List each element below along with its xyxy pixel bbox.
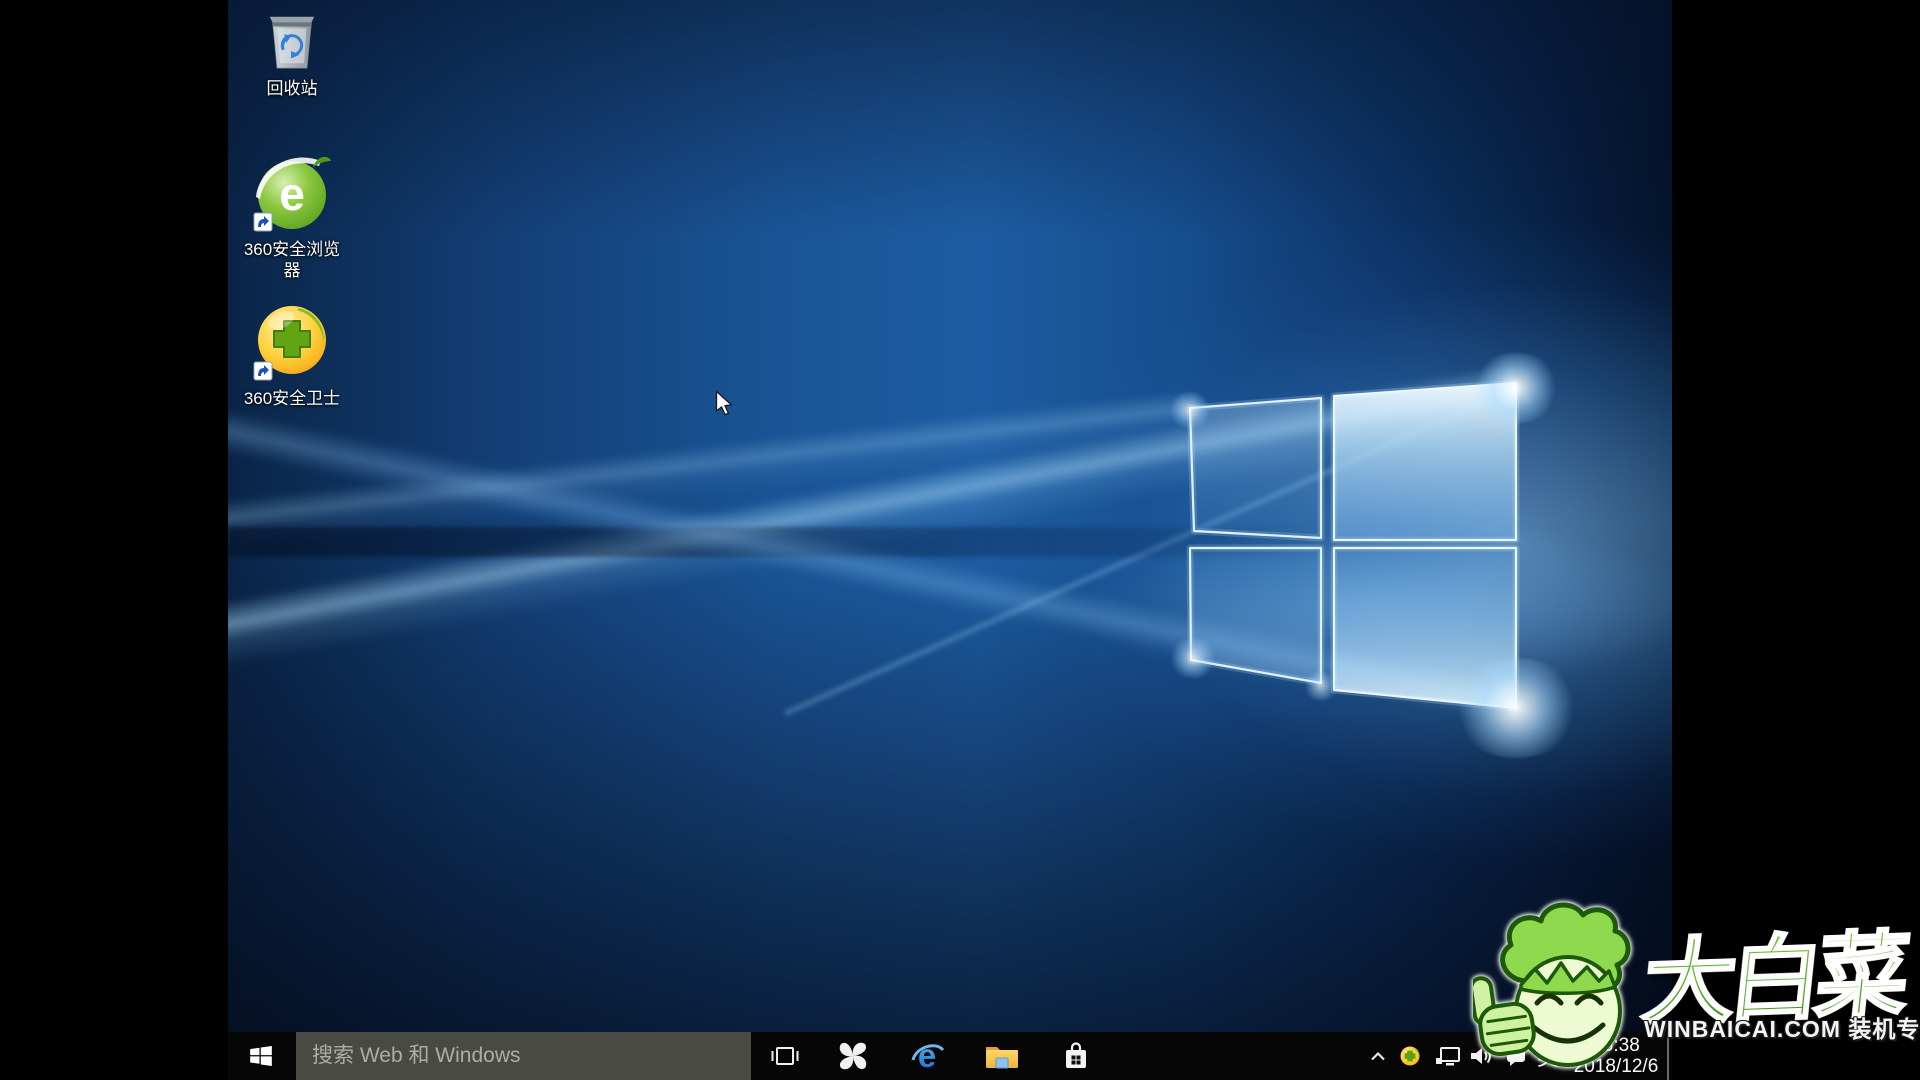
glow-spark bbox=[1471, 353, 1561, 423]
language-indicator[interactable]: 英 bbox=[1534, 1032, 1562, 1080]
mouse-cursor-icon bbox=[715, 390, 735, 423]
volume-tray-button[interactable] bbox=[1468, 1032, 1496, 1080]
icon-label: 360安全浏览 器 bbox=[244, 239, 340, 281]
action-center-button[interactable] bbox=[1502, 1032, 1530, 1080]
tray-360-guard-button[interactable] bbox=[1396, 1032, 1424, 1080]
glow-spark bbox=[1451, 658, 1581, 758]
clock-date: 2018/12/6 bbox=[1564, 1056, 1668, 1077]
internet-explorer-button[interactable]: e bbox=[900, 1032, 956, 1080]
screen: { "desktop": { "icons": { "recycle_bin":… bbox=[0, 0, 1920, 1080]
svg-text:e: e bbox=[279, 168, 305, 220]
desktop-icon-360-guard[interactable]: 360安全卫士 bbox=[228, 300, 356, 409]
glow-spark bbox=[1303, 671, 1339, 701]
icon-label: 360安全卫士 bbox=[244, 388, 340, 409]
desktop-icon-recycle-bin[interactable]: 回收站 bbox=[228, 10, 356, 99]
action-center-icon bbox=[1504, 1045, 1528, 1067]
svg-text:e: e bbox=[918, 1039, 936, 1073]
search-input[interactable] bbox=[296, 1032, 751, 1080]
file-explorer-button[interactable] bbox=[974, 1032, 1030, 1080]
search-box bbox=[296, 1032, 751, 1080]
glow-spark bbox=[1168, 392, 1212, 428]
recycle-bin-icon bbox=[264, 10, 320, 72]
task-view-button[interactable] bbox=[757, 1032, 813, 1080]
windows-logo-wallpaper bbox=[1178, 378, 1523, 713]
desktop-icon-360-browser[interactable]: e 360安全浏览 器 bbox=[228, 153, 356, 281]
taskbar: e bbox=[228, 1032, 1672, 1080]
internet-explorer-icon: e bbox=[910, 1039, 946, 1073]
clock-time: 16:38 bbox=[1564, 1035, 1668, 1056]
site-text: WINBAICAI.COM 装机专家 bbox=[1644, 1010, 1920, 1044]
tray-clock[interactable]: 16:38 2018/12/6 bbox=[1564, 1032, 1668, 1080]
folder-icon bbox=[984, 1041, 1020, 1071]
glow-spark bbox=[1168, 638, 1218, 678]
tagline-text: 装机专家 bbox=[1848, 1016, 1920, 1042]
windows-flag-icon bbox=[248, 1043, 274, 1069]
windows-store-button[interactable] bbox=[1048, 1032, 1104, 1080]
network-tray-button[interactable] bbox=[1433, 1032, 1465, 1080]
start-button[interactable] bbox=[228, 1032, 294, 1080]
360-browser-icon: e bbox=[253, 153, 331, 233]
shortcut-badge-icon bbox=[254, 362, 272, 380]
desktop: 回收站 e 360安全浏览 器 bbox=[228, 0, 1672, 1080]
show-desktop-button[interactable] bbox=[1667, 1032, 1669, 1080]
network-icon bbox=[1435, 1045, 1463, 1067]
shortcut-badge-icon bbox=[254, 213, 272, 231]
tray-show-hidden-button[interactable] bbox=[1366, 1032, 1390, 1080]
360-guard-tray-icon bbox=[1399, 1045, 1421, 1067]
chevron-up-icon bbox=[1369, 1049, 1387, 1063]
360-browser-taskbar-button[interactable] bbox=[825, 1032, 881, 1080]
speaker-icon bbox=[1469, 1045, 1495, 1067]
store-bag-icon bbox=[1059, 1039, 1093, 1073]
wallpaper bbox=[228, 0, 1672, 1080]
brand-text: 大白菜 bbox=[1637, 901, 1910, 1043]
icon-label: 回收站 bbox=[267, 78, 318, 99]
360-guard-icon bbox=[253, 300, 331, 382]
task-view-icon bbox=[770, 1043, 800, 1069]
pinwheel-browser-icon bbox=[837, 1040, 869, 1072]
